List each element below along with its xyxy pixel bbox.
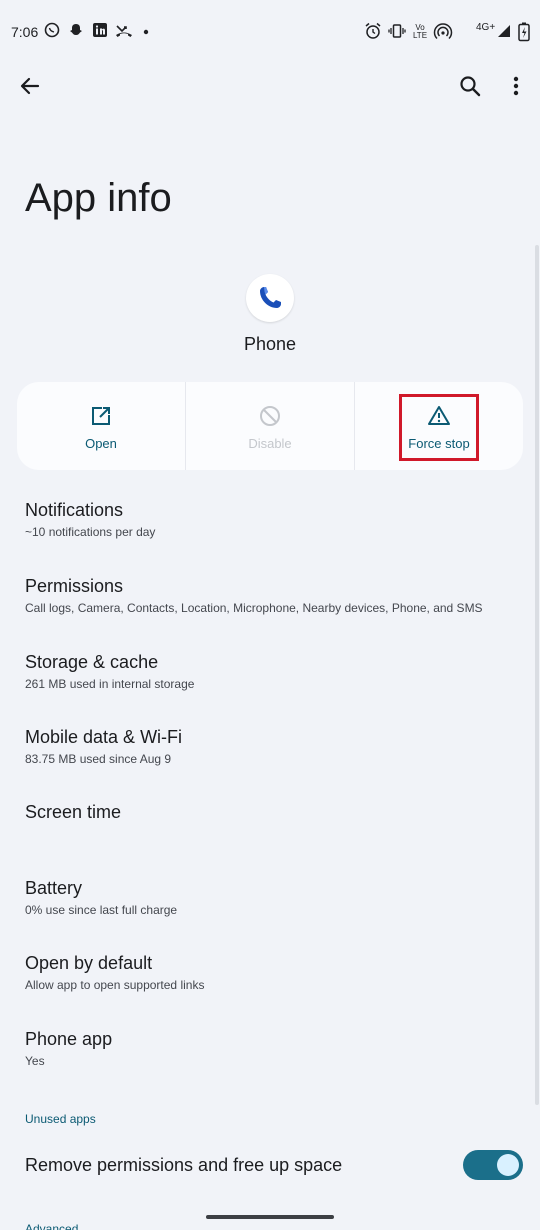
mobile-data-wifi-item[interactable]: Mobile data & Wi-Fi 83.75 MB used since … [25, 727, 525, 766]
item-summary: 83.75 MB used since Aug 9 [25, 752, 172, 766]
notifications-item[interactable]: Notifications ~10 notifications per day [25, 500, 525, 539]
search-button[interactable] [450, 66, 490, 106]
storage-cache-item[interactable]: Storage & cache 261 MB used in internal … [25, 652, 525, 691]
app-icon [246, 274, 294, 322]
item-summary: 261 MB used in internal storage [25, 677, 195, 691]
hotspot-icon [433, 23, 453, 40]
whatsapp-icon [44, 22, 60, 38]
open-label: Open [85, 436, 117, 451]
item-summary: ~10 notifications per day [25, 525, 156, 539]
item-title: Storage & cache [25, 652, 159, 672]
page-title: App info [25, 176, 172, 220]
disable-button[interactable]: Disable [185, 382, 354, 470]
vibrate-icon [388, 24, 406, 38]
gesture-nav-handle[interactable] [206, 1215, 334, 1219]
item-title: Permissions [25, 576, 124, 596]
force-stop-button[interactable]: Force stop [354, 382, 523, 470]
battery-icon [518, 22, 530, 42]
item-title: Screen time [25, 802, 122, 822]
open-by-default-item[interactable]: Open by default Allow app to open suppor… [25, 953, 525, 992]
item-summary: Call logs, Camera, Contacts, Location, M… [25, 601, 483, 615]
disable-label: Disable [248, 436, 292, 451]
toggle-thumb [497, 1154, 519, 1176]
item-title: Mobile data & Wi-Fi [25, 727, 183, 747]
item-title: Phone app [25, 1029, 113, 1049]
item-summary: 0% use since last full charge [25, 903, 178, 917]
warning-triangle-icon [428, 406, 450, 425]
scrollbar[interactable] [535, 245, 539, 1105]
app-actions: Open Disable Force stop [17, 382, 523, 470]
screen-time-item[interactable]: Screen time [25, 802, 525, 823]
remove-permissions-toggle[interactable] [463, 1150, 523, 1180]
missed-call-icon [116, 25, 132, 37]
item-title: Battery [25, 878, 83, 898]
permissions-item[interactable]: Permissions Call logs, Camera, Contacts,… [25, 576, 525, 615]
linkedin-icon [93, 23, 107, 37]
volte-label: Vo LTE [412, 23, 428, 40]
battery-item[interactable]: Battery 0% use since last full charge [25, 878, 525, 917]
item-summary: Yes [25, 1054, 45, 1068]
app-name: Phone [243, 334, 297, 354]
remove-permissions-label: Remove permissions and free up space [25, 1155, 343, 1175]
app-info-screen: 7:06 Vo LTE 4G+ App info Phone Open Disa… [0, 0, 540, 1230]
block-icon [260, 406, 280, 426]
phone-app-item[interactable]: Phone app Yes [25, 1029, 525, 1068]
remove-permissions-row[interactable]: Remove permissions and free up space [25, 1155, 525, 1176]
item-title: Open by default [25, 953, 153, 973]
signal-icon [498, 25, 510, 37]
status-bar: 7:06 Vo LTE 4G+ [0, 0, 540, 64]
item-summary: Allow app to open supported links [25, 978, 205, 992]
alarm-icon [365, 22, 381, 39]
open-in-new-icon [92, 407, 110, 425]
force-stop-label: Force stop [408, 436, 470, 451]
more-options-button[interactable] [496, 66, 536, 106]
unused-apps-header: Unused apps [25, 1112, 96, 1126]
more-notifications-icon [143, 29, 149, 35]
advanced-header: Advanced [25, 1222, 79, 1230]
back-button[interactable] [10, 66, 50, 106]
open-button[interactable]: Open [17, 382, 185, 470]
network-type-label: 4G+ [476, 22, 496, 33]
arrow-back-icon [20, 77, 40, 95]
search-icon [460, 76, 481, 97]
snapchat-icon [70, 24, 82, 35]
item-title: Notifications [25, 500, 124, 520]
more-vert-icon [513, 76, 519, 96]
phone-handset-icon [260, 287, 281, 308]
status-time: 7:06 [11, 24, 39, 40]
